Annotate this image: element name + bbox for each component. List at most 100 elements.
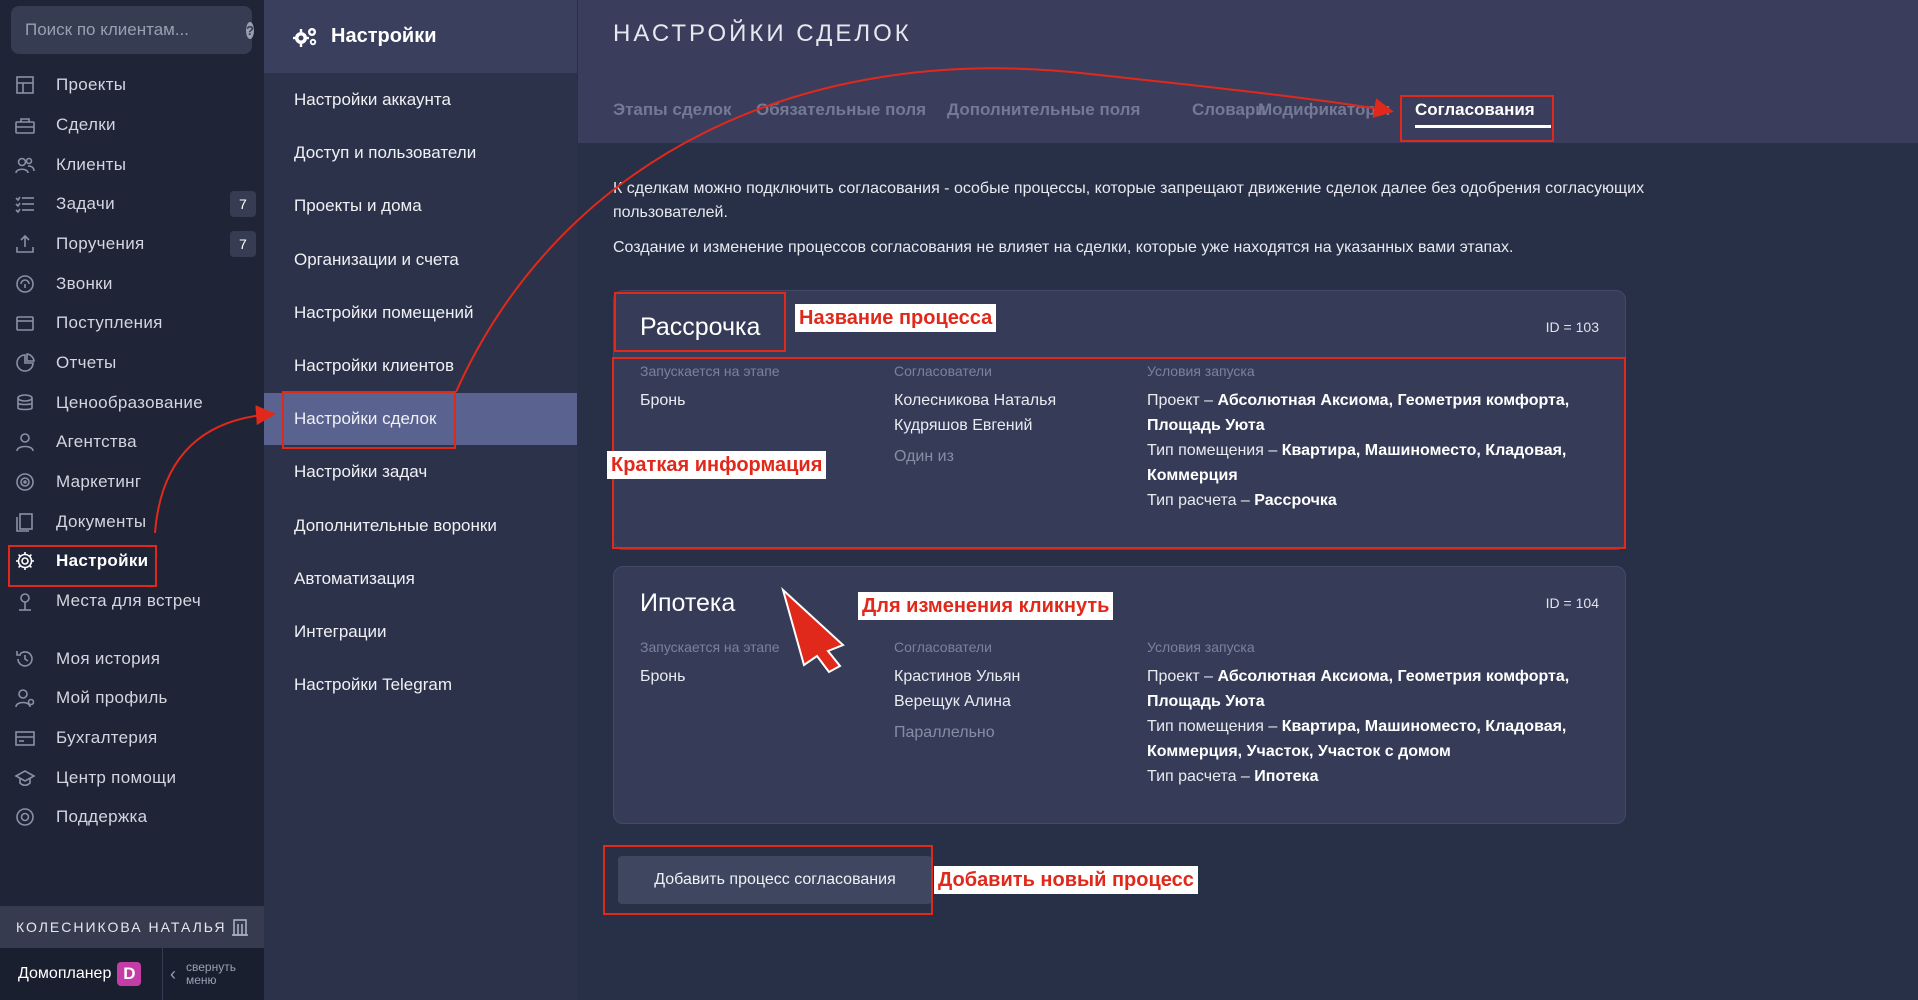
- settings-item[interactable]: Настройки клиентов: [264, 340, 577, 392]
- intro-note: Создание и изменение процессов согласова…: [613, 239, 1514, 256]
- nav-item-label: Поддержка: [56, 807, 148, 826]
- nav-item-label: Поручения: [56, 234, 145, 253]
- process-id: ID = 103: [1545, 319, 1599, 335]
- search-input[interactable]: [25, 20, 246, 40]
- settings-item[interactable]: Настройки задач: [264, 446, 577, 498]
- nav-item-label: Отчеты: [56, 353, 117, 372]
- agencies-icon: [14, 431, 36, 453]
- condition-line: Проект – Абсолютная Аксиома, Геометрия к…: [1147, 664, 1617, 714]
- deals-icon: [14, 114, 36, 136]
- process-id: ID = 104: [1545, 595, 1599, 611]
- nav-item-pricing[interactable]: Ценообразование: [0, 385, 264, 421]
- nav-item-reports[interactable]: Отчеты: [0, 345, 264, 381]
- conditions-list: Проект – Абсолютная Аксиома, Геометрия к…: [1147, 664, 1617, 789]
- nav-item-profile[interactable]: Мой профиль: [0, 680, 264, 716]
- tasks-icon: [14, 193, 36, 215]
- approval-mode: Параллельно: [894, 724, 995, 741]
- marketing-icon: [14, 471, 36, 493]
- nav-item-label: Документы: [56, 512, 147, 531]
- nav-item-accounting[interactable]: Бухгалтерия: [0, 720, 264, 756]
- nav-item-label: Моя история: [56, 649, 161, 668]
- question-icon[interactable]: ?: [246, 21, 254, 39]
- tab[interactable]: Словари: [1192, 100, 1266, 120]
- stage-label: Запускается на этапе: [640, 639, 780, 655]
- annot-box-approvals-tab: [1400, 95, 1554, 142]
- nav-item-label: Поступления: [56, 313, 163, 332]
- approver-name: Верещук Алина: [894, 693, 1011, 710]
- collapse-label: свернуть меню: [186, 960, 236, 987]
- nav-item-label: Проекты: [56, 75, 127, 94]
- receipts-icon: [14, 312, 36, 334]
- nav-item-label: Бухгалтерия: [56, 728, 158, 747]
- nav-item-agencies[interactable]: Агентства: [0, 424, 264, 460]
- settings-item[interactable]: Настройки аккаунта: [264, 74, 577, 126]
- settings-item[interactable]: Дополнительные воронки: [264, 500, 577, 552]
- annot-label-add-new: Добавить новый процесс: [934, 866, 1198, 894]
- condition-key: Тип расчета –: [1147, 768, 1255, 785]
- conditions-label: Условия запуска: [1147, 639, 1255, 655]
- nav-item-help-center[interactable]: Центр помощи: [0, 760, 264, 796]
- nav-item-projects[interactable]: Проекты: [0, 67, 264, 103]
- nav-item-documents[interactable]: Документы: [0, 504, 264, 540]
- tab[interactable]: Дополнительные поля: [947, 100, 1140, 120]
- tab[interactable]: Модификаторы: [1258, 100, 1390, 120]
- calls-icon: [14, 273, 36, 295]
- divider: [162, 948, 163, 1000]
- nav-item-meeting-places[interactable]: Места для встреч: [0, 583, 264, 619]
- nav-item-receipts[interactable]: Поступления: [0, 305, 264, 341]
- client-search: ?: [11, 6, 254, 54]
- settings-header: Настройки: [264, 0, 577, 73]
- nav-item-label: Места для встреч: [56, 591, 201, 610]
- nav-item-assignments[interactable]: Поручения 7: [0, 226, 264, 262]
- gears-icon: [293, 26, 319, 48]
- nav-item-clients[interactable]: Клиенты: [0, 147, 264, 183]
- nav-item-marketing[interactable]: Маркетинг: [0, 464, 264, 500]
- count-badge: 7: [230, 231, 256, 257]
- tab[interactable]: Этапы сделок: [613, 100, 732, 120]
- pricing-icon: [14, 392, 36, 414]
- annot-label-brief-info: Краткая информация: [607, 451, 827, 479]
- settings-item[interactable]: Организации и счета: [264, 234, 577, 286]
- nav-item-deals[interactable]: Сделки: [0, 107, 264, 143]
- condition-key: Проект –: [1147, 668, 1218, 685]
- settings-item[interactable]: Проекты и дома: [264, 180, 577, 232]
- nav-item-label: Центр помощи: [56, 768, 177, 787]
- condition-key: Тип помещения –: [1147, 718, 1282, 735]
- annot-label-process-name: Название процесса: [795, 304, 997, 332]
- nav-item-tasks[interactable]: Задачи 7: [0, 186, 264, 222]
- nav-item-history[interactable]: Моя история: [0, 641, 264, 677]
- settings-item[interactable]: Настройки Telegram: [264, 659, 577, 711]
- nav-item-label: Мой профиль: [56, 688, 168, 707]
- chevron-left-icon: ‹: [170, 963, 176, 984]
- stage-value: Бронь: [640, 668, 686, 685]
- settings-menu: Настройки Настройки аккаунта Доступ и пол…: [264, 0, 577, 1000]
- accounting-icon: [14, 727, 36, 749]
- nav-item-support[interactable]: Поддержка: [0, 799, 264, 835]
- process-card[interactable]: Ипотека ID = 104 Запускается на этапе Согла…: [613, 566, 1626, 824]
- collapse-menu-button[interactable]: ‹ свернуть меню: [166, 958, 258, 990]
- nav-item-label: Сделки: [56, 115, 116, 134]
- assignments-icon: [14, 233, 36, 255]
- tab[interactable]: Обязательные поля: [756, 100, 926, 120]
- settings-item[interactable]: Интеграции: [264, 606, 577, 658]
- nav-item-label: Агентства: [56, 432, 137, 451]
- brand-bar: Домопланер D ‹ свернуть меню: [0, 948, 264, 1000]
- annot-label-click-to-edit: Для изменения кликнуть: [858, 592, 1114, 620]
- nav-item-label: Задачи: [56, 194, 115, 213]
- annot-box-process-name: [614, 292, 786, 352]
- user-bar[interactable]: КОЛЕСНИКОВА НАТАЛЬЯ: [0, 906, 264, 948]
- settings-item[interactable]: Настройки помещений: [264, 287, 577, 339]
- annot-box-nav-settings: [8, 545, 157, 587]
- building-icon[interactable]: [230, 917, 250, 940]
- nav-item-label: Маркетинг: [56, 472, 142, 491]
- annot-box-deal-settings: [282, 391, 456, 449]
- reports-icon: [14, 352, 36, 374]
- settings-item[interactable]: Автоматизация: [264, 553, 577, 605]
- settings-item[interactable]: Доступ и пользователи: [264, 127, 577, 179]
- user-name: КОЛЕСНИКОВА НАТАЛЬЯ: [16, 919, 227, 935]
- condition-value: Ипотека: [1254, 768, 1319, 785]
- nav-item-calls[interactable]: Звонки: [0, 266, 264, 302]
- nav-item-label: Ценообразование: [56, 393, 203, 412]
- meeting-places-icon: [14, 590, 36, 612]
- condition-line: Тип помещения – Квартира, Машиноместо, К…: [1147, 714, 1617, 764]
